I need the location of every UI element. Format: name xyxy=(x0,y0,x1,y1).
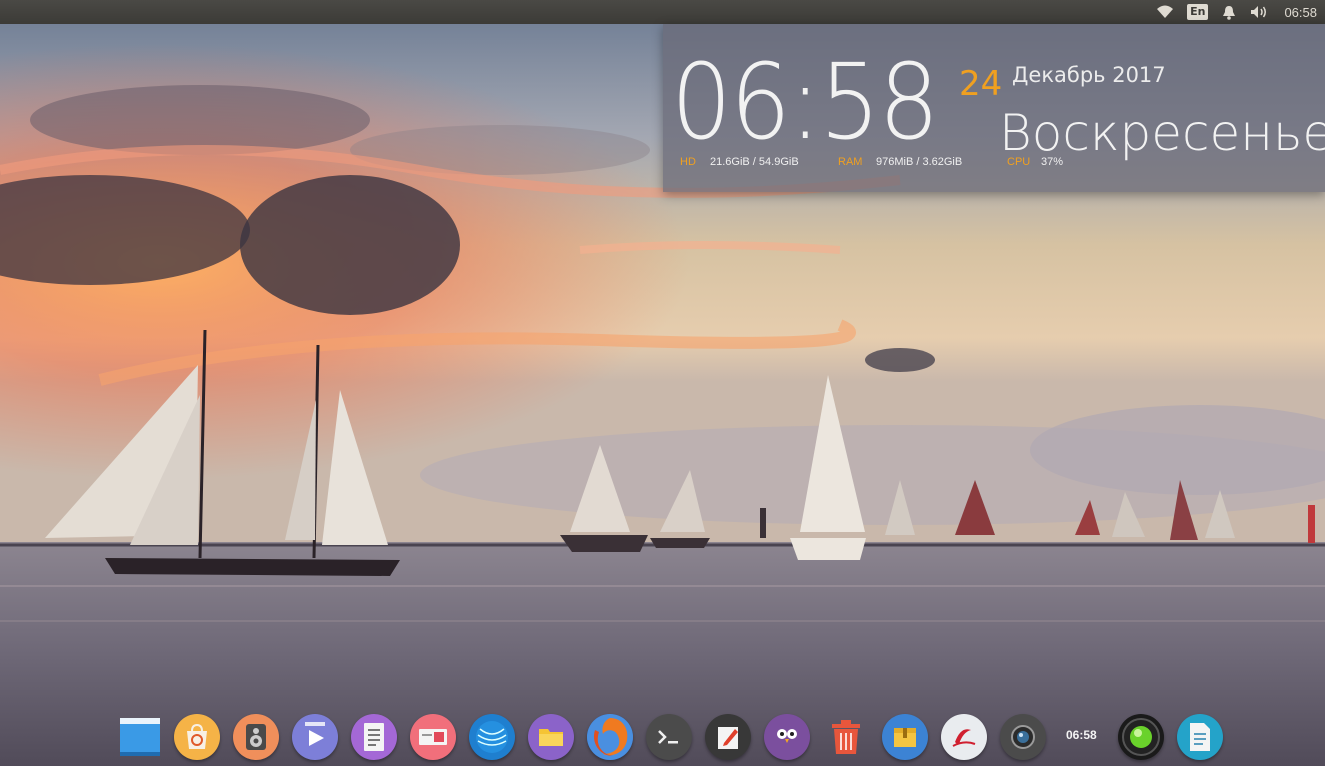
widget-day: 24 xyxy=(959,64,1003,104)
top-panel: En 06:58 xyxy=(0,0,1325,24)
camera-icon[interactable] xyxy=(1000,714,1046,760)
browser-globe-icon[interactable] xyxy=(469,714,515,760)
dock: 06:58 xyxy=(110,706,1240,766)
ram-label: RAM xyxy=(838,156,863,168)
ram-value: 976MiB / 3.62GiB xyxy=(876,156,963,168)
firefox-icon[interactable] xyxy=(587,714,633,760)
volume-icon[interactable] xyxy=(1250,0,1270,24)
language-label: En xyxy=(1187,4,1209,20)
software-center-icon[interactable] xyxy=(174,714,220,760)
owl-chat-icon[interactable] xyxy=(764,714,810,760)
cpu-value: 37% xyxy=(1041,156,1064,168)
notes-editor-icon[interactable] xyxy=(705,714,751,760)
keyboard-language-indicator[interactable]: En xyxy=(1187,0,1209,24)
cpu-label: CPU xyxy=(1007,156,1031,168)
widget-month-year: Декабрь 2017 xyxy=(1012,63,1166,87)
wifi-icon[interactable] xyxy=(1157,0,1174,24)
dock-clock[interactable]: 06:58 xyxy=(1066,728,1097,742)
ebook-reader-icon[interactable] xyxy=(941,714,987,760)
clock-widget: 06:58 24 Декабрь 2017 Воскресенье HD 21.… xyxy=(663,24,1325,192)
text-document-icon[interactable] xyxy=(351,714,397,760)
speaker-player-icon[interactable] xyxy=(233,714,279,760)
panel-clock-label: 06:58 xyxy=(1284,4,1317,20)
hd-value: 21.6GiB / 54.9GiB xyxy=(710,156,799,168)
trash-icon[interactable] xyxy=(823,714,869,760)
panel-clock[interactable]: 06:58 xyxy=(1284,0,1317,24)
green-orb-icon[interactable] xyxy=(1118,714,1164,760)
widget-weekday: Воскресенье xyxy=(999,104,1325,162)
notification-bell-icon[interactable] xyxy=(1222,0,1236,24)
show-desktop-icon[interactable] xyxy=(117,714,163,760)
archive-manager-icon[interactable] xyxy=(882,714,928,760)
files-folder-icon[interactable] xyxy=(528,714,574,760)
document-viewer-icon[interactable] xyxy=(1177,714,1223,760)
hd-label: HD xyxy=(680,156,696,168)
widget-time: 06:58 xyxy=(671,41,939,163)
terminal-icon[interactable] xyxy=(646,714,692,760)
video-player-icon[interactable] xyxy=(292,714,338,760)
slides-presentation-icon[interactable] xyxy=(410,714,456,760)
